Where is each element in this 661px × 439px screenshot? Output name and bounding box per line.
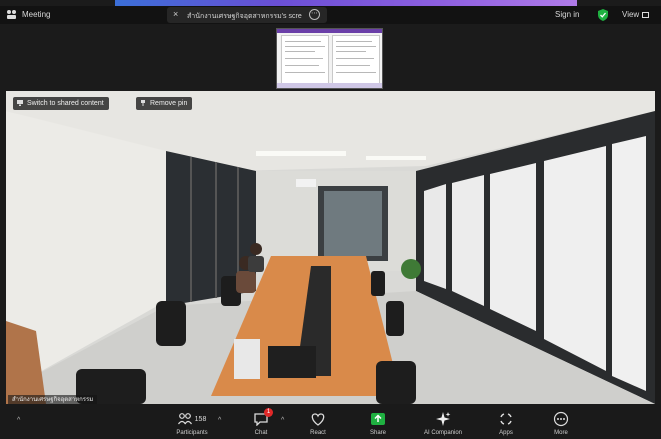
thumbnail-header [277, 29, 382, 33]
react-label: React [310, 430, 326, 436]
remove-pin-label: Remove pin [150, 100, 188, 107]
shared-screen-thumbnail[interactable] [276, 28, 383, 89]
conference-room-image [6, 91, 655, 404]
more-label: More [554, 430, 568, 436]
thumbnail-pane-left [281, 35, 329, 85]
pin-icon [141, 100, 145, 107]
participants-caret[interactable]: ^ [218, 417, 221, 424]
share-tab-title: สำนักงานเศรษฐกิจอุตสาหกรรม's scre [187, 13, 302, 20]
shield-check-icon[interactable] [598, 9, 608, 21]
participants-count: 158 [194, 415, 207, 423]
chat-label: Chat [254, 430, 268, 436]
switch-label: Switch to shared content [27, 100, 104, 107]
window-title: Meeting [22, 10, 51, 19]
zoom-logo-icon [7, 10, 16, 19]
apps-button[interactable]: Apps [476, 411, 536, 436]
remove-pin-button[interactable]: Remove pin [136, 97, 193, 110]
participants-icon [177, 413, 192, 425]
react-button[interactable]: React [288, 411, 348, 436]
meeting-toolbar: ^ 158 Participants ^ 1 Chat ^ React Shar… [0, 404, 661, 439]
react-icon [311, 413, 325, 426]
more-button[interactable]: More [531, 411, 591, 436]
title-bar: Meeting × สำนักงานเศรษฐกิจอุตสาหกรรม's s… [0, 6, 661, 24]
screen-share-icon [17, 100, 23, 107]
apps-icon [500, 413, 512, 425]
switch-to-shared-content-button[interactable]: Switch to shared content [13, 97, 109, 110]
audio-options-caret[interactable]: ^ [17, 417, 20, 424]
share-icon [371, 413, 385, 425]
more-options-icon[interactable]: ⋯ [309, 9, 320, 20]
ai-companion-label: AI Companion [423, 430, 463, 436]
close-share-icon[interactable]: × [173, 9, 178, 19]
sign-in-link[interactable]: Sign in [555, 10, 579, 19]
share-label: Share [369, 430, 386, 436]
participants-label: Participants [176, 430, 208, 436]
main-video[interactable] [6, 91, 655, 404]
participants-button[interactable]: 158 Participants [162, 411, 222, 436]
view-label: View [622, 10, 640, 19]
view-button[interactable]: View [622, 10, 650, 19]
more-icon [553, 411, 569, 427]
share-button[interactable]: Share [348, 411, 408, 436]
view-icon [642, 11, 650, 18]
screen-share-tab[interactable]: × สำนักงานเศรษฐกิจอุตสาหกรรม's scre ⋯ [167, 7, 327, 23]
chat-caret[interactable]: ^ [281, 417, 284, 424]
thumbnail-pane-right [332, 35, 380, 85]
chat-badge: 1 [264, 408, 273, 417]
ai-companion-button[interactable]: AI Companion [413, 411, 473, 436]
apps-label: Apps [499, 430, 513, 436]
thumbnail-footer [277, 83, 382, 88]
ai-companion-icon [436, 412, 451, 426]
